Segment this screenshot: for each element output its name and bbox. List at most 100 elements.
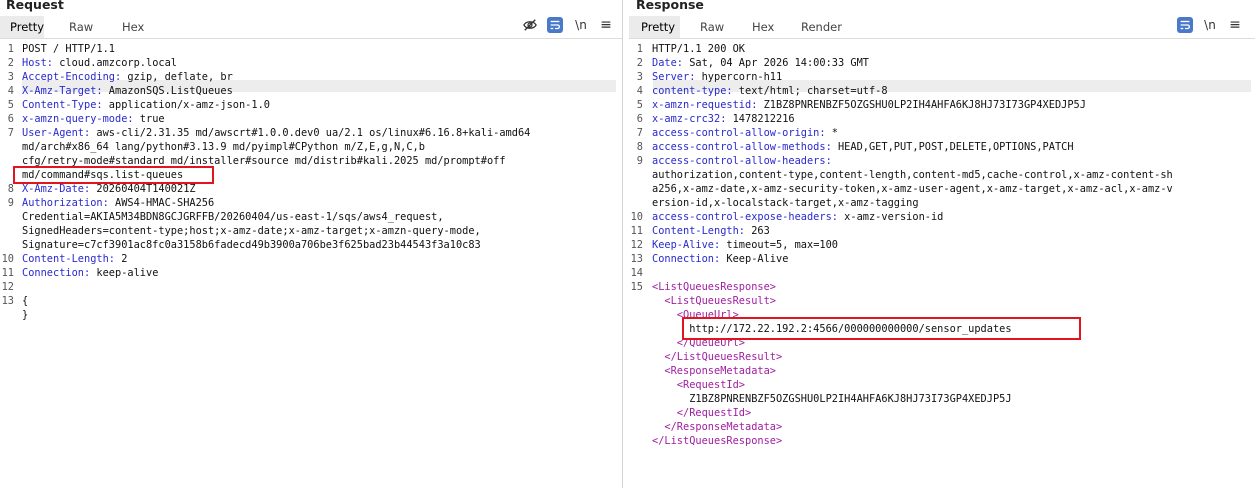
request-line: 2 Host: cloud.amzcorp.local: [0, 56, 622, 70]
line-content: Server: hypercorn-h11: [652, 70, 782, 84]
line-number: 6: [636, 113, 643, 125]
line-content: <ResponseMetadata>: [652, 364, 776, 378]
response-tab-raw[interactable]: Raw: [690, 16, 734, 38]
xml-tag: <ListQueuesResult>: [652, 295, 776, 307]
request-line: 12: [0, 280, 622, 294]
line-content: x-amzn-requestid: Z1BZ8PNRENBZF5OZGSHU0L…: [652, 98, 1086, 112]
text-value: Z1BZ8PNRENBZF5OZGSHU0LP2IH4AHFA6KJ8HJ73I…: [652, 393, 1012, 405]
header-key: access-control-allow-headers:: [652, 155, 832, 167]
text-value: gzip, deflate, br: [121, 71, 233, 83]
text-value: 2: [115, 253, 128, 265]
line-number: 4: [7, 85, 14, 97]
newline-toggle-icon[interactable]: \n: [573, 17, 589, 33]
line-content: content-type: text/html; charset=utf-8: [652, 84, 888, 98]
menu-icon[interactable]: ≡: [1227, 17, 1243, 33]
response-line: ersion-id,x-localstack-target,x-amz-tagg…: [629, 196, 1255, 210]
text-value: keep-alive: [90, 267, 159, 279]
response-tab-hex[interactable]: Hex: [742, 16, 784, 38]
eye-slash-icon[interactable]: [522, 17, 538, 33]
line-number: 3: [636, 71, 643, 83]
response-editor[interactable]: 1 HTTP/1.1 200 OK 2 Date: Sat, 04 Apr 2026 …: [629, 38, 1255, 488]
line-number: 2: [7, 57, 14, 69]
text-value: Keep-Alive: [720, 253, 789, 265]
response-tab-pretty[interactable]: Pretty: [629, 16, 680, 38]
request-tab-hex[interactable]: Hex: [112, 16, 154, 38]
menu-icon[interactable]: ≡: [598, 17, 614, 33]
header-key: content-type:: [652, 85, 733, 97]
request-line: 11 Connection: keep-alive: [0, 266, 622, 280]
line-content: access-control-allow-headers:: [652, 154, 832, 168]
header-key: Host:: [22, 57, 53, 69]
response-line: </ListQueuesResult>: [629, 350, 1255, 364]
line-content: }: [22, 308, 28, 322]
line-content: Connection: Keep-Alive: [652, 252, 788, 266]
xml-tag: <RequestId>: [652, 379, 745, 391]
text-value: ersion-id,x-localstack-target,x-amz-tagg…: [652, 197, 919, 209]
xml-tag: <ListQueuesResponse>: [652, 281, 776, 293]
line-content: X-Amz-Date: 20260404T140021Z: [22, 182, 196, 196]
xml-tag: </ResponseMetadata>: [652, 421, 783, 433]
text-value: }: [22, 309, 29, 321]
text-value: POST / HTTP/1.1: [22, 43, 115, 55]
header-key: Keep-Alive:: [652, 239, 721, 251]
line-number: 10: [630, 211, 643, 223]
text-value: Sat, 04 Apr 2026 14:00:33 GMT: [683, 57, 869, 69]
line-number: 5: [7, 99, 14, 111]
response-title: Response: [636, 0, 704, 12]
text-value: Credential=AKIA5M34BDN8GCJGRFFB/20260404…: [22, 211, 444, 223]
response-line: <RequestId>: [629, 378, 1255, 392]
request-line: SignedHeaders=content-type;host;x-amz-da…: [0, 224, 622, 238]
text-value: Signature=c7cf3901ac8fc0a3158b6fadecd49b…: [22, 239, 481, 251]
response-line: 4 content-type: text/html; charset=utf-8: [629, 84, 1255, 98]
wrap-lines-icon[interactable]: [1177, 17, 1193, 33]
line-content: Credential=AKIA5M34BDN8GCJGRFFB/20260404…: [22, 210, 444, 224]
text-value: HEAD,GET,PUT,POST,DELETE,OPTIONS,PATCH: [831, 141, 1074, 153]
header-key: Accept-Encoding:: [22, 71, 122, 83]
request-tab-pretty[interactable]: Pretty: [0, 16, 44, 38]
request-line: }: [0, 308, 622, 322]
line-number: 2: [636, 57, 643, 69]
line-content: x-amzn-query-mode: true: [22, 112, 165, 126]
line-content: Content-Type: application/x-amz-json-1.0: [22, 98, 270, 112]
text-value: true: [133, 113, 165, 125]
response-line: 12 Keep-Alive: timeout=5, max=100: [629, 238, 1255, 252]
line-content: Content-Length: 2: [22, 252, 127, 266]
response-line: </ListQueuesResponse>: [629, 434, 1255, 448]
line-number: 1: [7, 43, 14, 55]
text-value: aws-cli/2.31.35 md/awscrt#1.0.0.dev0 ua/…: [90, 127, 531, 139]
response-line: a256,x-amz-date,x-amz-security-token,x-a…: [629, 182, 1255, 196]
line-content: ersion-id,x-localstack-target,x-amz-tagg…: [652, 196, 919, 210]
request-line: Signature=c7cf3901ac8fc0a3158b6fadecd49b…: [0, 238, 622, 252]
response-line: Z1BZ8PNRENBZF5OZGSHU0LP2IH4AHFA6KJ8HJ73I…: [629, 392, 1255, 406]
response-line: <ResponseMetadata>: [629, 364, 1255, 378]
response-line: 1 HTTP/1.1 200 OK: [629, 42, 1255, 56]
header-key: x-amz-crc32:: [652, 113, 727, 125]
request-line: 8 X-Amz-Date: 20260404T140021Z: [0, 182, 622, 196]
line-number: 8: [7, 183, 14, 195]
text-value: SignedHeaders=content-type;host;x-amz-da…: [22, 225, 481, 237]
line-content: POST / HTTP/1.1: [22, 42, 115, 56]
header-key: Content-Length:: [22, 253, 115, 265]
request-panel: Request Pretty Raw Hex \n ≡ 1 POST / HTTP…: [0, 0, 622, 488]
request-editor[interactable]: 1 POST / HTTP/1.1 2 Host: cloud.amzcorp.loc…: [0, 38, 622, 488]
header-key: x-amzn-query-mode:: [22, 113, 134, 125]
line-content: Host: cloud.amzcorp.local: [22, 56, 177, 70]
line-number: 9: [7, 197, 14, 209]
request-title: Request: [6, 0, 64, 12]
line-content: md/arch#x86_64 lang/python#3.13.9 md/pyi…: [22, 140, 425, 154]
panel-divider[interactable]: [622, 0, 629, 488]
header-key: access-control-allow-origin:: [652, 127, 826, 139]
request-tab-raw[interactable]: Raw: [59, 16, 103, 38]
line-content: Z1BZ8PNRENBZF5OZGSHU0LP2IH4AHFA6KJ8HJ73I…: [652, 392, 1012, 406]
response-line: 11 Content-Length: 263: [629, 224, 1255, 238]
text-value: Z1BZ8PNRENBZF5OZGSHU0LP2IH4AHFA6KJ8HJ73I…: [757, 99, 1086, 111]
response-line: </ResponseMetadata>: [629, 420, 1255, 434]
wrap-lines-icon[interactable]: [547, 17, 563, 33]
header-key: Date:: [652, 57, 683, 69]
response-tab-render[interactable]: Render: [791, 16, 852, 38]
line-content: access-control-allow-origin: *: [652, 126, 838, 140]
newline-toggle-icon[interactable]: \n: [1202, 17, 1218, 33]
request-line: 4 X-Amz-Target: AmazonSQS.ListQueues: [0, 84, 622, 98]
line-number: 4: [636, 85, 643, 97]
line-number: 3: [7, 71, 14, 83]
